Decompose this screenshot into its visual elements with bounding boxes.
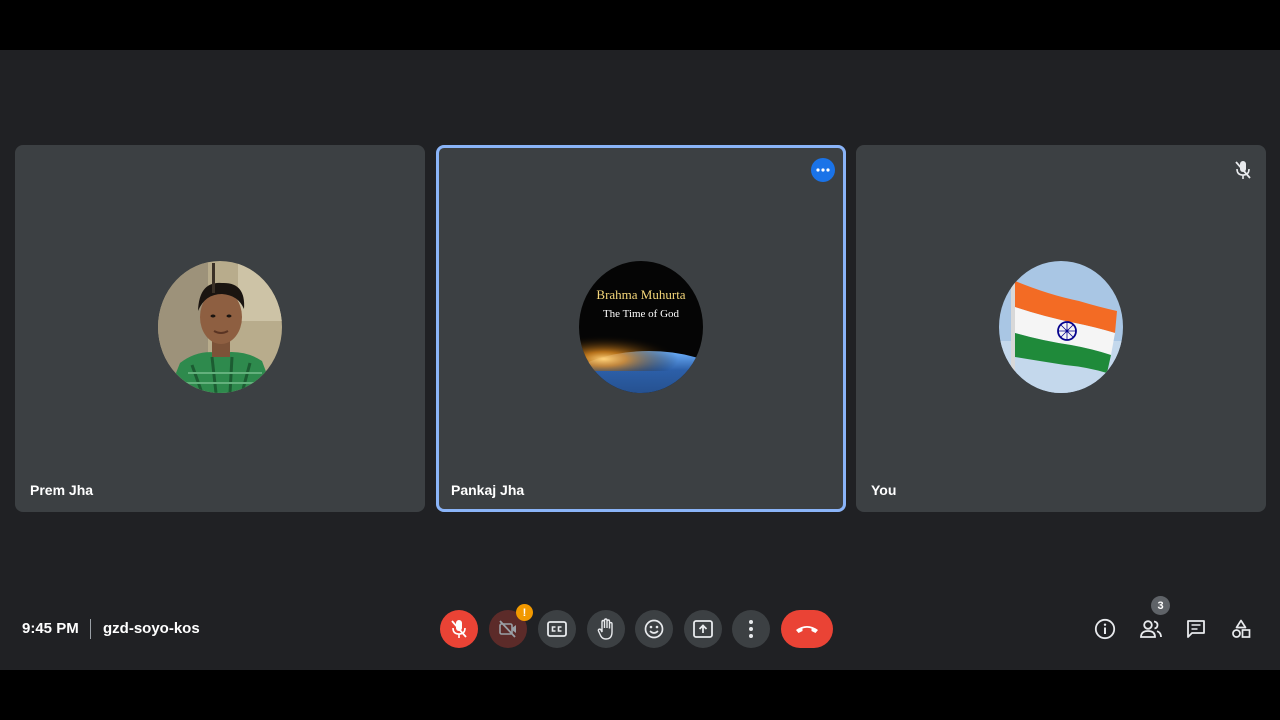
camera-warning-badge: ! — [516, 604, 533, 621]
more-vert-icon — [749, 620, 753, 638]
chat-icon — [1187, 620, 1205, 638]
mic-off-icon — [451, 620, 467, 638]
info-icon — [1094, 618, 1116, 640]
earth-sunrise-logo-icon: Brahma Muhurta The Time of God — [579, 261, 703, 393]
captions-button[interactable] — [538, 610, 576, 648]
toolbar-divider — [90, 619, 91, 639]
participant-avatar: Brahma Muhurta The Time of God — [579, 261, 703, 393]
muted-mic-indicator-icon — [1234, 160, 1252, 180]
bottom-toolbar: 9:45 PM gzd-soyo-kos ! 3 — [0, 596, 1280, 653]
participant-tile-pankaj-jha[interactable]: Brahma Muhurta The Time of God Pankaj Jh… — [436, 145, 846, 512]
participant-count-badge: 3 — [1151, 596, 1170, 615]
participant-tile-prem-jha[interactable]: Prem Jha — [15, 145, 425, 512]
participant-avatar — [158, 261, 282, 393]
avatar-logo-title: Brahma Muhurta — [596, 287, 685, 302]
more-options-button[interactable] — [732, 610, 770, 648]
india-flag-icon — [999, 261, 1123, 393]
activities-icon — [1232, 619, 1251, 638]
avatar-logo-subtitle: The Time of God — [603, 308, 680, 320]
camera-off-icon — [499, 620, 516, 638]
letterbox-bottom — [0, 670, 1280, 720]
captions-icon — [547, 621, 567, 637]
hang-up-icon — [796, 626, 818, 633]
meeting-details-button[interactable] — [1090, 614, 1120, 644]
send-reaction-button[interactable] — [635, 610, 673, 648]
participant-name: Pankaj Jha — [451, 482, 525, 498]
present-icon — [693, 620, 713, 638]
present-screen-button[interactable] — [684, 610, 722, 648]
person-photo-icon — [158, 261, 282, 393]
emoji-icon — [644, 619, 664, 639]
meeting-clock: 9:45 PM — [22, 620, 79, 637]
meeting-stage: Prem Jha Brahma Muhurta The Time of God … — [0, 50, 1280, 670]
toggle-camera-button[interactable]: ! — [489, 604, 533, 648]
activities-button[interactable] — [1226, 614, 1256, 644]
participant-tile-you[interactable]: You — [856, 145, 1266, 512]
participant-name: Prem Jha — [30, 482, 94, 498]
raise-hand-button[interactable] — [587, 610, 625, 648]
participant-avatar — [999, 261, 1123, 393]
meeting-code: gzd-soyo-kos — [103, 620, 200, 637]
leave-call-button[interactable] — [781, 610, 833, 648]
participant-name: You — [871, 482, 897, 498]
people-icon — [1140, 620, 1162, 638]
more-horiz-icon — [816, 168, 830, 172]
raise-hand-icon — [597, 618, 613, 640]
participant-options-button[interactable] — [811, 158, 835, 182]
people-button[interactable] — [1136, 614, 1166, 644]
letterbox-top — [0, 0, 1280, 50]
toggle-microphone-button[interactable] — [440, 610, 478, 648]
chat-button[interactable] — [1181, 614, 1211, 644]
